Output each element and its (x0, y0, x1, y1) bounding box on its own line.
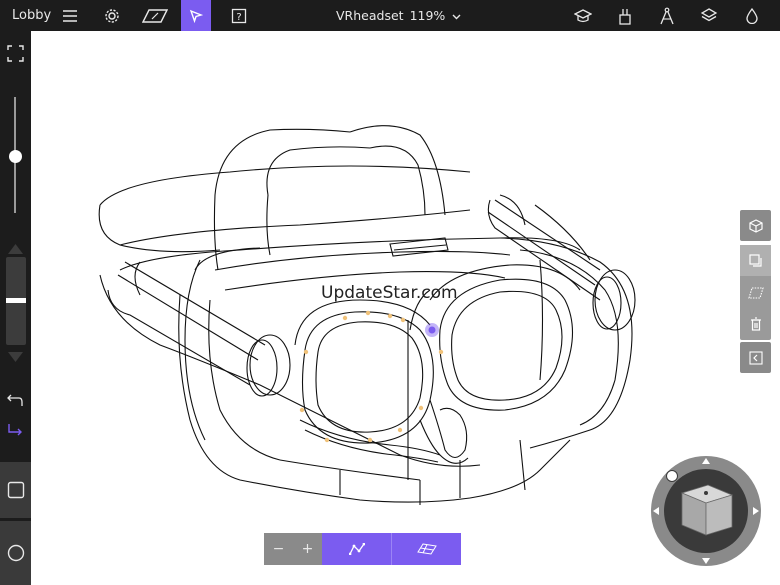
gear-icon[interactable] (97, 0, 127, 31)
primitive-3d-button[interactable] (740, 210, 771, 241)
duplicate-button[interactable] (740, 245, 771, 276)
bottom-toolbar: − + (264, 533, 461, 565)
object-actions-group (740, 245, 771, 340)
chevron-down-icon (452, 14, 461, 19)
curve-tool-button[interactable] (322, 533, 392, 565)
rectangle-tool-button[interactable] (0, 462, 31, 518)
layers-icon[interactable] (694, 0, 724, 31)
view-navigation-wheel[interactable] (650, 455, 762, 567)
svg-text:?: ? (236, 12, 241, 23)
surface-grid-icon (416, 543, 437, 555)
paint-icon[interactable] (610, 0, 640, 31)
decrease-button[interactable]: − (264, 533, 293, 565)
watermark-text: UpdateStar.com (321, 283, 458, 303)
select-arrow-icon[interactable] (181, 0, 211, 31)
circle-tool-button[interactable] (0, 521, 31, 585)
stepper-down-icon[interactable] (7, 348, 24, 367)
document-title[interactable]: VRheadset 119% (336, 8, 461, 23)
circle-icon (7, 544, 24, 562)
drop-icon[interactable] (737, 0, 767, 31)
undo-icon[interactable] (7, 392, 24, 411)
opacity-stepper-value (6, 298, 26, 303)
cube-icon (748, 218, 763, 233)
fullscreen-icon[interactable] (7, 45, 24, 66)
plane-grid-icon (747, 286, 764, 299)
chevron-left-icon (748, 350, 763, 365)
increase-button[interactable]: + (293, 533, 322, 565)
menu-icon[interactable] (55, 0, 85, 31)
surface-tool-button[interactable] (392, 533, 461, 565)
help-icon[interactable]: ? (224, 0, 254, 31)
collapse-panel-button[interactable] (740, 342, 771, 373)
document-name: VRheadset (336, 8, 404, 23)
left-toolbar (0, 31, 31, 585)
plane-tool-button[interactable] (740, 277, 771, 308)
redo-icon[interactable] (7, 422, 24, 441)
brush-size-slider-knob[interactable] (9, 150, 22, 163)
curve-points-icon (348, 543, 365, 555)
learn-icon[interactable] (568, 0, 598, 31)
top-bar: Lobby ? VRheadset 119% (0, 0, 780, 31)
duplicate-icon (748, 253, 762, 267)
compass-icon[interactable] (652, 0, 682, 31)
trash-icon (750, 316, 761, 331)
plane-icon[interactable] (139, 0, 171, 31)
delete-button[interactable] (740, 308, 771, 339)
zoom-level: 119% (409, 8, 446, 23)
square-icon (7, 481, 24, 499)
lobby-button[interactable]: Lobby (12, 8, 51, 23)
